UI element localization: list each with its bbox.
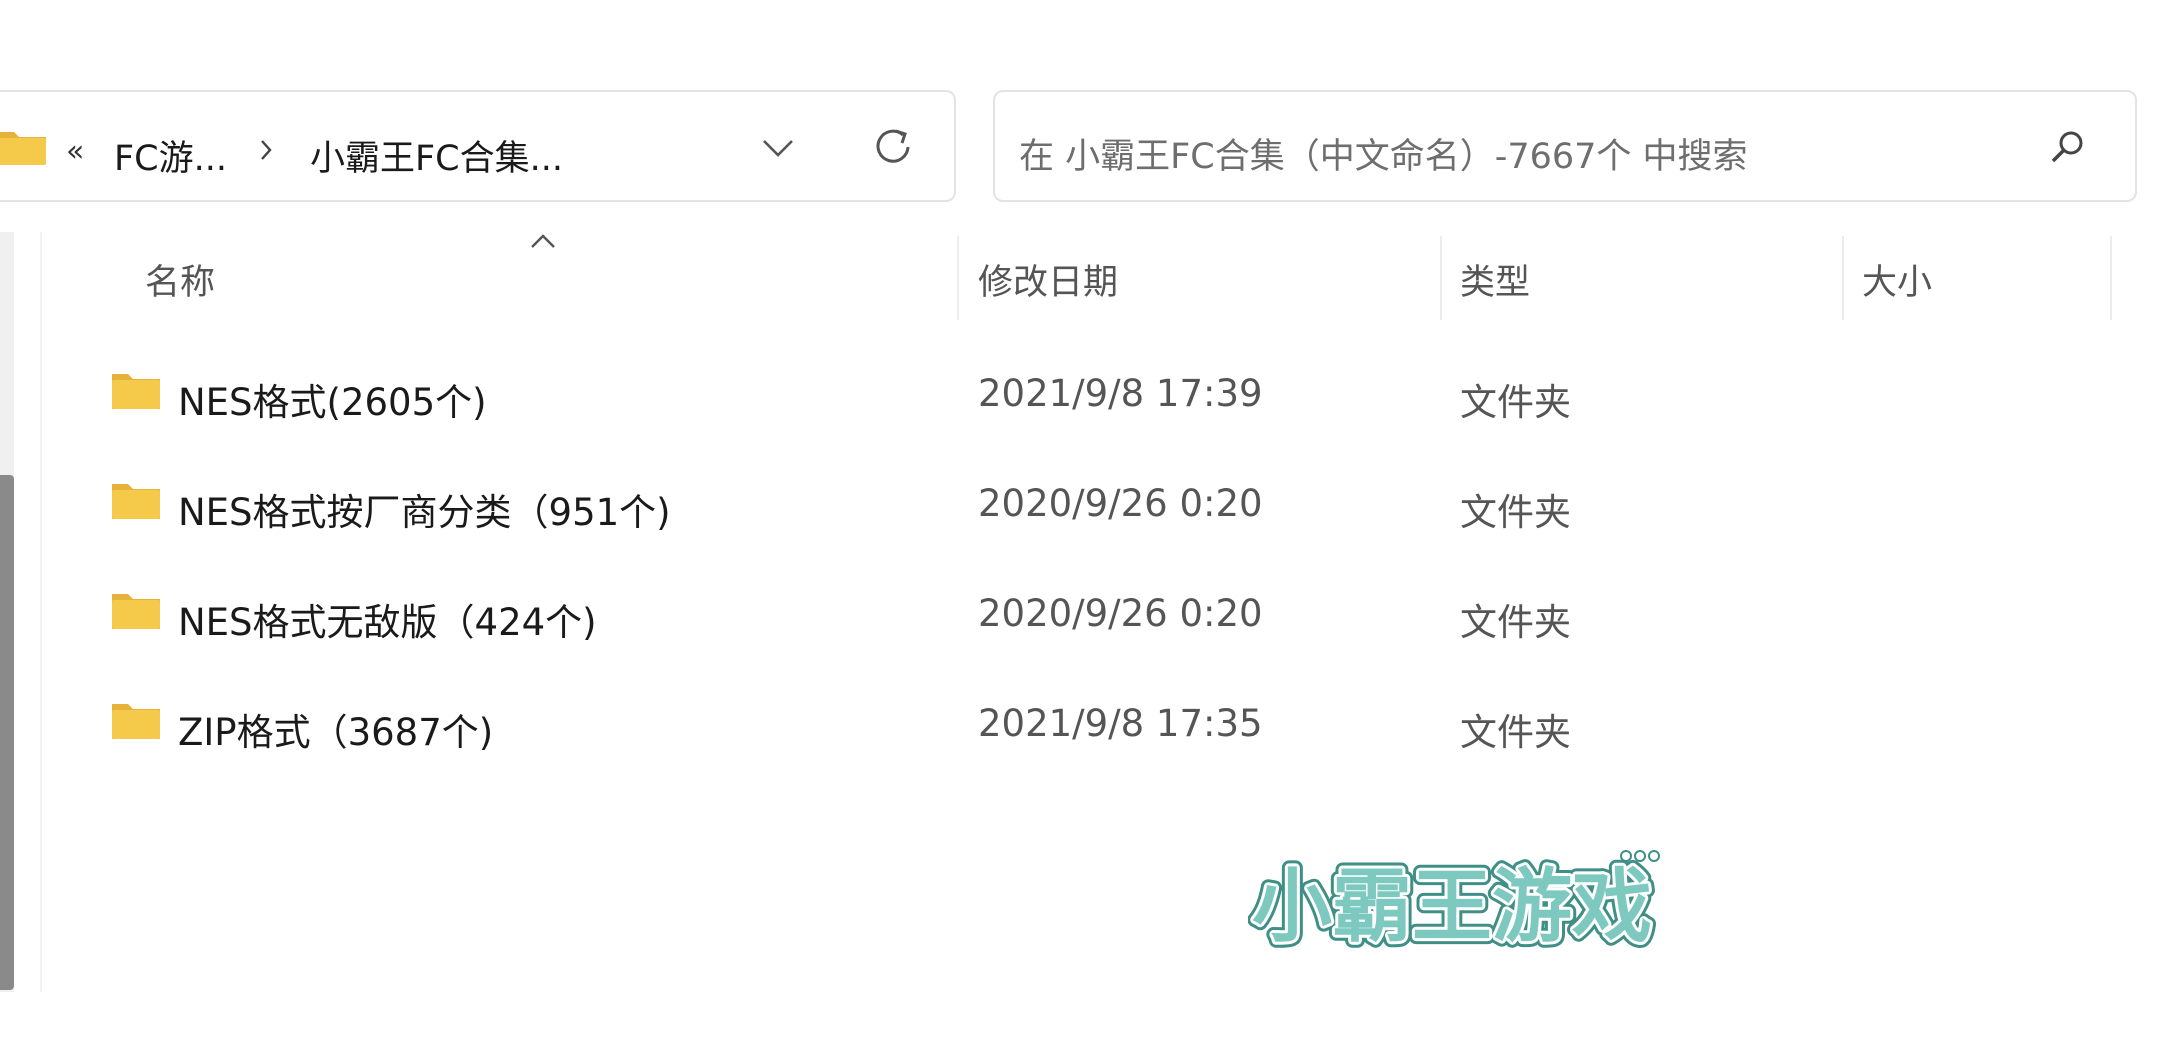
watermark-logo: 小霸王游戏 小霸王游戏 小霸王游戏 [1246,842,1668,959]
file-date: 2020/9/26 0:20 [978,482,1263,525]
column-header-type[interactable]: 类型 [1460,254,1530,305]
nav-scrollbar-thumb[interactable] [0,475,14,990]
file-type: 文件夹 [1460,711,1571,754]
column-header-date[interactable]: 修改日期 [978,254,1118,305]
breadcrumb-item-fc-games[interactable]: FC游... [114,130,227,181]
breadcrumb-item-current[interactable]: 小霸王FC合集... [310,130,563,181]
chevron-right-icon [258,138,274,166]
svg-text:小霸王游戏: 小霸王游戏 [1252,860,1652,952]
file-explorer-window: « FC游... 小霸王FC合集... 在 小霸王FC合集（中文命名）-7667… [0,0,2160,1050]
column-divider[interactable] [957,236,959,320]
file-date: 2020/9/26 0:20 [978,592,1263,635]
pane-divider[interactable] [40,232,42,992]
chevron-down-icon[interactable] [760,136,796,164]
file-date: 2021/9/8 17:35 [978,702,1263,745]
search-icon[interactable] [2047,128,2087,172]
folder-icon [110,590,162,636]
sort-ascending-icon [529,232,557,254]
folder-icon [110,700,162,746]
file-name: NES格式按厂商分类（951个) [178,491,671,534]
refresh-icon[interactable] [868,122,918,176]
file-name: ZIP格式（3687个) [178,711,494,754]
column-header-size[interactable]: 大小 [1862,254,1932,305]
breadcrumb-overflow[interactable]: « [66,134,84,169]
file-type: 文件夹 [1460,601,1571,644]
file-type: 文件夹 [1460,381,1571,424]
list-item[interactable]: NES格式按厂商分类（951个) 2020/9/26 0:20 文件夹 [100,452,2100,552]
search-input[interactable]: 在 小霸王FC合集（中文命名）-7667个 中搜索 [993,90,2137,202]
folder-icon [0,124,48,172]
file-date: 2021/9/8 17:39 [978,372,1263,415]
column-divider[interactable] [1842,236,1844,320]
file-name: NES格式无敌版（424个) [178,601,597,644]
column-divider[interactable] [1440,236,1442,320]
file-name: NES格式(2605个) [178,381,487,424]
column-header-name[interactable]: 名称 [145,254,215,305]
column-divider[interactable] [2110,236,2112,320]
address-bar[interactable]: « FC游... 小霸王FC合集... [0,90,956,202]
list-item[interactable]: NES格式无敌版（424个) 2020/9/26 0:20 文件夹 [100,562,2100,662]
file-type: 文件夹 [1460,491,1571,534]
list-item[interactable]: NES格式(2605个) 2021/9/8 17:39 文件夹 [100,342,2100,442]
folder-icon [110,480,162,526]
list-item[interactable]: ZIP格式（3687个) 2021/9/8 17:35 文件夹 [100,672,2100,772]
search-placeholder: 在 小霸王FC合集（中文命名）-7667个 中搜索 [1019,137,1748,177]
folder-icon [110,370,162,416]
